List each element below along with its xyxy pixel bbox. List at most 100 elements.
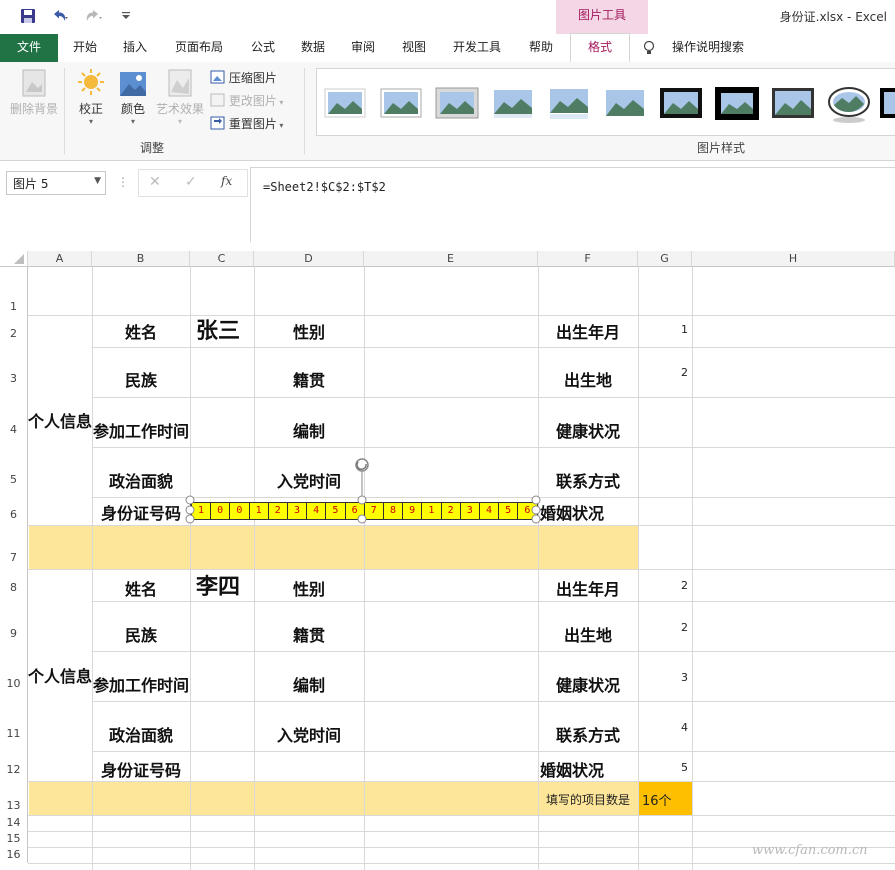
color-button[interactable]: 颜色 ▾ bbox=[114, 68, 152, 126]
picture-style-thumbnail[interactable] bbox=[379, 85, 423, 121]
tab-page-layout[interactable]: 页面布局 bbox=[168, 34, 230, 62]
corrections-button[interactable]: 校正 ▾ bbox=[72, 68, 110, 126]
row-header-12[interactable]: 12 bbox=[0, 751, 28, 781]
enter-icon[interactable]: ✓ bbox=[185, 174, 197, 190]
row-header-9[interactable]: 9 bbox=[0, 601, 28, 651]
column-header-g[interactable]: G bbox=[638, 251, 692, 267]
row-header-2[interactable]: 2 bbox=[0, 315, 28, 347]
row-header-6[interactable]: 6 bbox=[0, 497, 28, 525]
ribbon-tabs: 文件 开始 插入 页面布局 公式 数据 审阅 视图 开发工具 帮助 格式 操作说… bbox=[0, 33, 895, 64]
picture-tools-context-tab: 图片工具 bbox=[556, 0, 648, 34]
more-options-icon: ⋮ bbox=[117, 175, 129, 189]
column-header-b[interactable]: B bbox=[92, 251, 190, 267]
redo-icon[interactable] bbox=[84, 8, 104, 28]
change-picture-button[interactable]: 更改图片 ▾ bbox=[210, 91, 283, 111]
document-title: 身份证.xlsx - Excel bbox=[779, 10, 887, 24]
id-label-cell[interactable]: 身份证号码 bbox=[92, 751, 190, 787]
name-value-cell[interactable]: 李四 bbox=[190, 567, 246, 603]
select-all-corner[interactable] bbox=[0, 251, 28, 267]
birth-label-cell[interactable]: 出生年月 bbox=[538, 315, 638, 347]
picture-selection-handles[interactable] bbox=[182, 451, 546, 527]
tab-formulas[interactable]: 公式 bbox=[240, 34, 286, 62]
tab-insert[interactable]: 插入 bbox=[112, 34, 158, 62]
artistic-effects-button[interactable]: 艺术效果 ▾ bbox=[154, 68, 206, 126]
row-header-10[interactable]: 10 bbox=[0, 651, 28, 701]
formula-text: =Sheet2!$C$2:$T$2 bbox=[263, 180, 386, 194]
column-header-c[interactable]: C bbox=[190, 251, 254, 267]
compress-pictures-button[interactable]: 压缩图片 bbox=[210, 68, 277, 88]
party-time-label-cell[interactable]: 入党时间 bbox=[254, 701, 364, 767]
row-header-8[interactable]: 8 bbox=[0, 569, 28, 601]
chevron-down-icon[interactable] bbox=[120, 8, 132, 26]
tab-developer[interactable]: 开发工具 bbox=[446, 34, 508, 62]
birth-count-cell[interactable]: 1 bbox=[640, 323, 688, 336]
reset-picture-label: 重置图片 bbox=[228, 117, 277, 131]
picture-style-thumbnail[interactable] bbox=[323, 85, 367, 121]
group-label-cell[interactable]: 个人信息 bbox=[28, 569, 92, 781]
compress-icon bbox=[210, 70, 225, 84]
picture-style-thumbnail[interactable] bbox=[435, 85, 479, 121]
column-header-a[interactable]: A bbox=[28, 251, 92, 267]
picture-style-thumbnail[interactable] bbox=[491, 85, 535, 121]
name-label-cell[interactable]: 姓名 bbox=[92, 315, 190, 347]
worksheet-grid: A B C D E F G H 1 2 3 4 5 6 7 8 9 10 11 … bbox=[0, 251, 895, 870]
marital-label-cell[interactable]: 婚姻状况 bbox=[538, 497, 606, 527]
cancel-icon[interactable]: ✕ bbox=[149, 174, 161, 190]
remove-background-button[interactable]: 删除背景 bbox=[8, 68, 60, 117]
separator-band bbox=[29, 525, 638, 569]
artistic-effects-label: 艺术效果 bbox=[155, 102, 204, 116]
gender-label-cell[interactable]: 性别 bbox=[254, 315, 364, 347]
birth-count-cell[interactable]: 2 bbox=[640, 579, 688, 592]
undo-icon[interactable] bbox=[50, 8, 70, 28]
picture-style-thumbnail[interactable] bbox=[715, 85, 759, 121]
row-header-16[interactable]: 16 bbox=[0, 847, 28, 863]
picture-style-thumbnail[interactable] bbox=[827, 85, 871, 123]
marital-count-cell[interactable]: 5 bbox=[640, 761, 688, 774]
row-header-15[interactable]: 15 bbox=[0, 831, 28, 847]
column-header-f[interactable]: F bbox=[538, 251, 638, 267]
row-header-5[interactable]: 5 bbox=[0, 447, 28, 497]
contact-count-cell[interactable]: 4 bbox=[640, 721, 688, 734]
row-header-3[interactable]: 3 bbox=[0, 347, 28, 397]
tell-me-search[interactable]: 操作说明搜索 bbox=[668, 34, 748, 62]
count-label-cell[interactable]: 填写的项目数是 bbox=[538, 789, 636, 809]
tab-format[interactable]: 格式 bbox=[570, 33, 630, 64]
column-header-h[interactable]: H bbox=[692, 251, 895, 267]
tab-home[interactable]: 开始 bbox=[62, 34, 108, 62]
column-header-e[interactable]: E bbox=[364, 251, 538, 267]
tab-view[interactable]: 视图 bbox=[391, 34, 437, 62]
health-count-cell[interactable]: 3 bbox=[640, 671, 688, 684]
title-bar: 图片工具 身份证.xlsx - Excel bbox=[0, 0, 895, 34]
reset-picture-button[interactable]: 重置图片 ▾ bbox=[210, 114, 283, 134]
count-value-cell[interactable]: 16个 bbox=[638, 789, 692, 809]
group-label-cell[interactable]: 个人信息 bbox=[28, 315, 92, 525]
name-value-cell[interactable]: 张三 bbox=[190, 313, 246, 345]
row-header-14[interactable]: 14 bbox=[0, 815, 28, 831]
marital-label-cell[interactable]: 婚姻状况 bbox=[538, 751, 606, 787]
name-box-value: 图片 5 bbox=[13, 177, 49, 191]
picture-style-thumbnail[interactable] bbox=[771, 85, 815, 121]
row-header-4[interactable]: 4 bbox=[0, 397, 28, 447]
tab-help[interactable]: 帮助 bbox=[518, 34, 564, 62]
id-label-cell[interactable]: 身份证号码 bbox=[92, 497, 190, 527]
row-header-1[interactable]: 1 bbox=[0, 267, 28, 315]
save-icon[interactable] bbox=[20, 8, 36, 28]
column-header-d[interactable]: D bbox=[254, 251, 364, 267]
lightbulb-icon bbox=[642, 34, 656, 62]
birthplace-count-cell[interactable]: 2 bbox=[640, 366, 688, 379]
row-header-11[interactable]: 11 bbox=[0, 701, 28, 751]
insert-function-icon[interactable]: fx bbox=[221, 174, 232, 188]
name-box[interactable]: 图片 5 ▼ bbox=[6, 171, 106, 195]
picture-style-thumbnail[interactable] bbox=[879, 85, 895, 121]
tab-file[interactable]: 文件 bbox=[0, 34, 58, 62]
formula-input[interactable]: =Sheet2!$C$2:$T$2 bbox=[250, 167, 895, 242]
picture-style-thumbnail[interactable] bbox=[603, 85, 647, 121]
tab-data[interactable]: 数据 bbox=[290, 34, 336, 62]
tab-review[interactable]: 审阅 bbox=[340, 34, 386, 62]
picture-style-thumbnail[interactable] bbox=[547, 85, 591, 121]
birthplace-count-cell[interactable]: 2 bbox=[640, 621, 688, 634]
picture-style-thumbnail[interactable] bbox=[659, 85, 703, 121]
chevron-down-icon[interactable]: ▼ bbox=[94, 176, 101, 186]
row-header-7[interactable]: 7 bbox=[0, 525, 28, 569]
row-header-13[interactable]: 13 bbox=[0, 781, 28, 815]
